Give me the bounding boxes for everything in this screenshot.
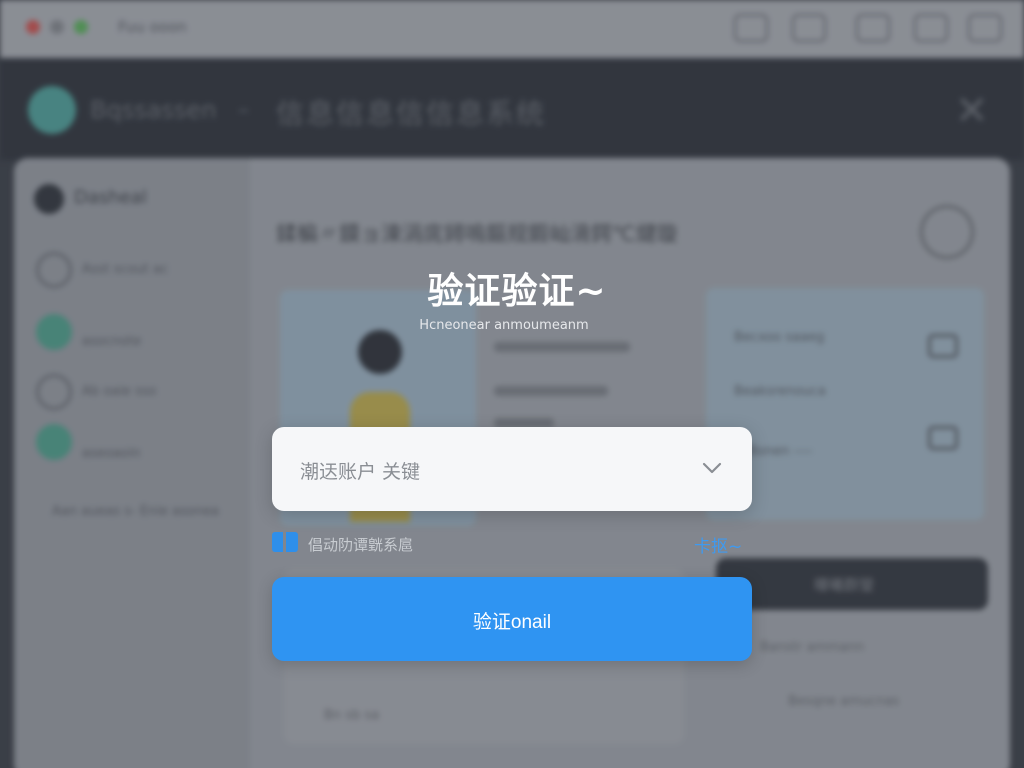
account-select[interactable]: 潮迗账户 关键 <box>272 427 752 511</box>
agree-checkbox[interactable] <box>272 532 300 554</box>
checkbox-fill <box>272 532 283 552</box>
agree-checkbox-label: 倡动阞谭皝系扈 <box>308 536 414 554</box>
more-link[interactable]: 卡抠~ <box>694 532 742 557</box>
chevron-down-icon[interactable] <box>702 461 722 475</box>
dialog-subtitle: Hcneonear anmoumeanm <box>419 318 589 333</box>
verify-button[interactable]: 验证onail <box>272 577 752 661</box>
verification-dialog: 验证验证~ Hcneonear anmoumeanm 潮迗账户 关键 倡动阞谭皝… <box>0 0 1024 768</box>
dialog-title: 验证验证~ <box>427 271 607 312</box>
checkbox-fill <box>286 532 298 552</box>
account-select-placeholder: 潮迗账户 关键 <box>300 461 421 483</box>
verify-button-label: 验证onail <box>472 612 552 633</box>
